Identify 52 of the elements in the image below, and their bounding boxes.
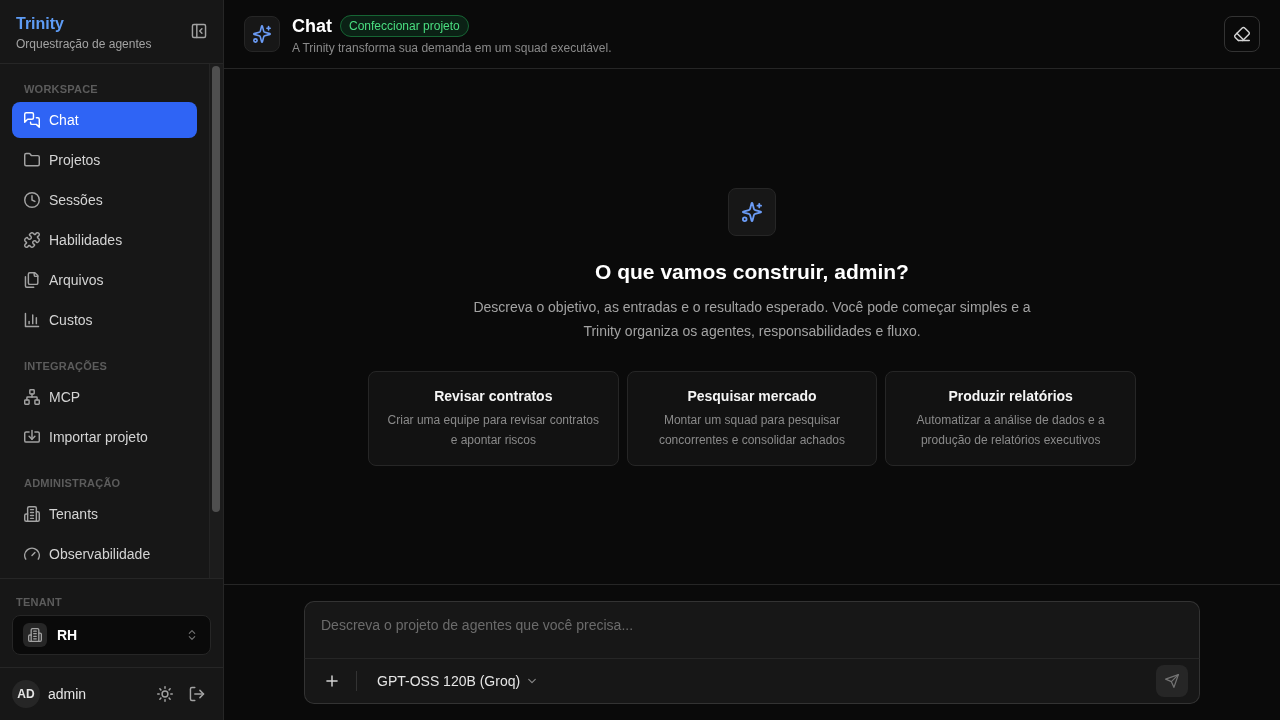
logout-icon [189,686,205,702]
nav-item[interactable]: Projetos [12,142,197,178]
eraser-icon [1234,26,1250,42]
files-icon [24,272,40,288]
welcome-heading: O que vamos construir, admin? [595,258,909,285]
suggestion-card[interactable]: Produzir relatórios Automatizar a análise de dados e a produção de relatórios executivos [885,370,1136,466]
section-label: ADMINISTRAÇÃO [24,476,121,491]
clear-chat-button[interactable] [1224,16,1260,52]
page-title: Chat [292,14,332,37]
collapse-sidebar-button[interactable] [191,23,207,39]
puzzle-icon [24,232,40,248]
building-icon [24,506,40,522]
chat-bubbles-icon [24,112,40,128]
network-icon [24,389,40,405]
sun-icon [157,686,173,702]
nav-item[interactable]: MCP [12,379,197,415]
section-label: INTEGRAÇÕES [24,359,108,374]
section-label: TENANT [16,595,62,610]
clock-icon [24,192,40,208]
avatar: AD [12,680,40,708]
gauge-icon [24,546,40,562]
chevrons-up-down-icon [186,629,198,641]
building-icon [23,623,47,647]
nav-item[interactable]: Habilidades [12,222,197,258]
nav-item[interactable]: Chat [12,102,197,138]
suggestion-card[interactable]: Revisar contratos Criar uma equipe para revisar contratos e apontar riscos [368,370,619,466]
folder-icon [24,152,40,168]
sparkles-icon [244,16,280,52]
nav-item[interactable]: Importar projeto [12,419,197,455]
nav-item[interactable]: Observabilidade [12,536,197,572]
welcome-description: Descreva o objetivo, as entradas e o resultado esperado. Você pode começar simples e a Trinity organiza os agentes, responsabilidades e fluxo. [472,297,1032,341]
page-subtitle: A Trinity transforma sua demanda em um squad executável. [292,39,612,56]
mode-badge: Confeccionar projeto [340,14,469,37]
scrollbar-thumb[interactable] [212,66,220,512]
import-icon [24,429,40,445]
message-field[interactable]: Descreva o projeto de agentes que você precisa... [304,601,1200,658]
sparkles-icon [728,187,776,236]
nav-item[interactable]: Tenants [12,496,197,532]
section-label: WORKSPACE [24,82,98,97]
model-dropdown[interactable]: GPT-OSS 120B (Groq) [373,667,543,695]
plus-icon [324,673,340,689]
nav-item[interactable]: Custos [12,302,197,338]
panel-left-icon [191,23,207,39]
tenant-select[interactable]: RH [12,615,211,655]
app-title: Trinity [16,14,65,34]
app-subtitle: Orquestração de agentes [16,36,152,52]
nav-item[interactable]: Arquivos [12,262,197,298]
nav-item[interactable]: Sessões [12,182,197,218]
send-icon [1165,674,1179,688]
suggestion-card[interactable]: Pesquisar mercado Montar um squad para pesquisar concorrentes e consolidar achados [626,370,878,466]
bar-chart-icon [24,312,40,328]
user-name: admin [48,684,87,704]
